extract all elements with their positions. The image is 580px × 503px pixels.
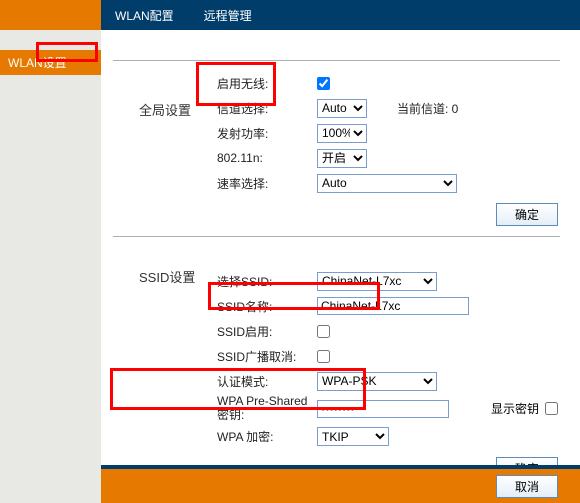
select-ssid[interactable]: ChinaNet-L7xc xyxy=(317,272,437,291)
label-rate: 速率选择: xyxy=(217,175,317,192)
checkbox-ssid-enable[interactable] xyxy=(317,325,330,338)
label-show-key: 显示密钥 xyxy=(491,400,539,417)
label-tx-power: 发射功率: xyxy=(217,125,317,142)
label-wpa-psk: WPA Pre-Shared 密钥: xyxy=(217,395,317,423)
select-rate[interactable]: Auto xyxy=(317,174,457,193)
label-wpa-encrypt: WPA 加密: xyxy=(217,428,317,445)
sidebar-item-wlan[interactable]: WLAN设置 xyxy=(0,50,101,75)
value-current-channel: 0 xyxy=(452,102,459,116)
label-select-ssid: 选择SSID: xyxy=(217,273,317,290)
ok-button-ssid[interactable]: 确定 xyxy=(496,457,558,465)
label-ssid-broadcast-cancel: SSID广播取消: xyxy=(217,348,317,365)
tab-wlan-config[interactable]: WLAN配置 xyxy=(109,0,180,31)
label-auth-mode: 认证模式: xyxy=(217,373,317,390)
checkbox-enable-wireless[interactable] xyxy=(317,77,330,90)
select-channel[interactable]: Auto xyxy=(317,99,367,118)
label-80211n: 802.11n: xyxy=(217,151,317,165)
select-auth-mode[interactable]: WPA-PSK xyxy=(317,372,437,391)
input-wpa-psk[interactable] xyxy=(317,400,449,418)
label-channel: 信道选择: xyxy=(217,100,317,117)
ok-button-global[interactable]: 确定 xyxy=(496,203,558,226)
input-ssid-name[interactable] xyxy=(317,297,469,315)
label-current-channel: 当前信道: xyxy=(397,102,452,116)
select-tx-power[interactable]: 100% xyxy=(317,124,367,143)
select-wpa-encrypt[interactable]: TKIP xyxy=(317,427,389,446)
select-80211n[interactable]: 开启 xyxy=(317,149,367,168)
label-ssid-enable: SSID启用: xyxy=(217,323,317,340)
checkbox-ssid-broadcast-cancel[interactable] xyxy=(317,350,330,363)
section-ssid-title: SSID设置 xyxy=(139,267,195,286)
checkbox-show-key[interactable] xyxy=(545,402,558,415)
label-ssid-name: SSID名称: xyxy=(217,298,317,315)
tab-remote-mgmt[interactable]: 远程管理 xyxy=(198,0,258,31)
cancel-button[interactable]: 取消 xyxy=(496,475,558,498)
section-global-title: 全局设置 xyxy=(139,100,191,119)
